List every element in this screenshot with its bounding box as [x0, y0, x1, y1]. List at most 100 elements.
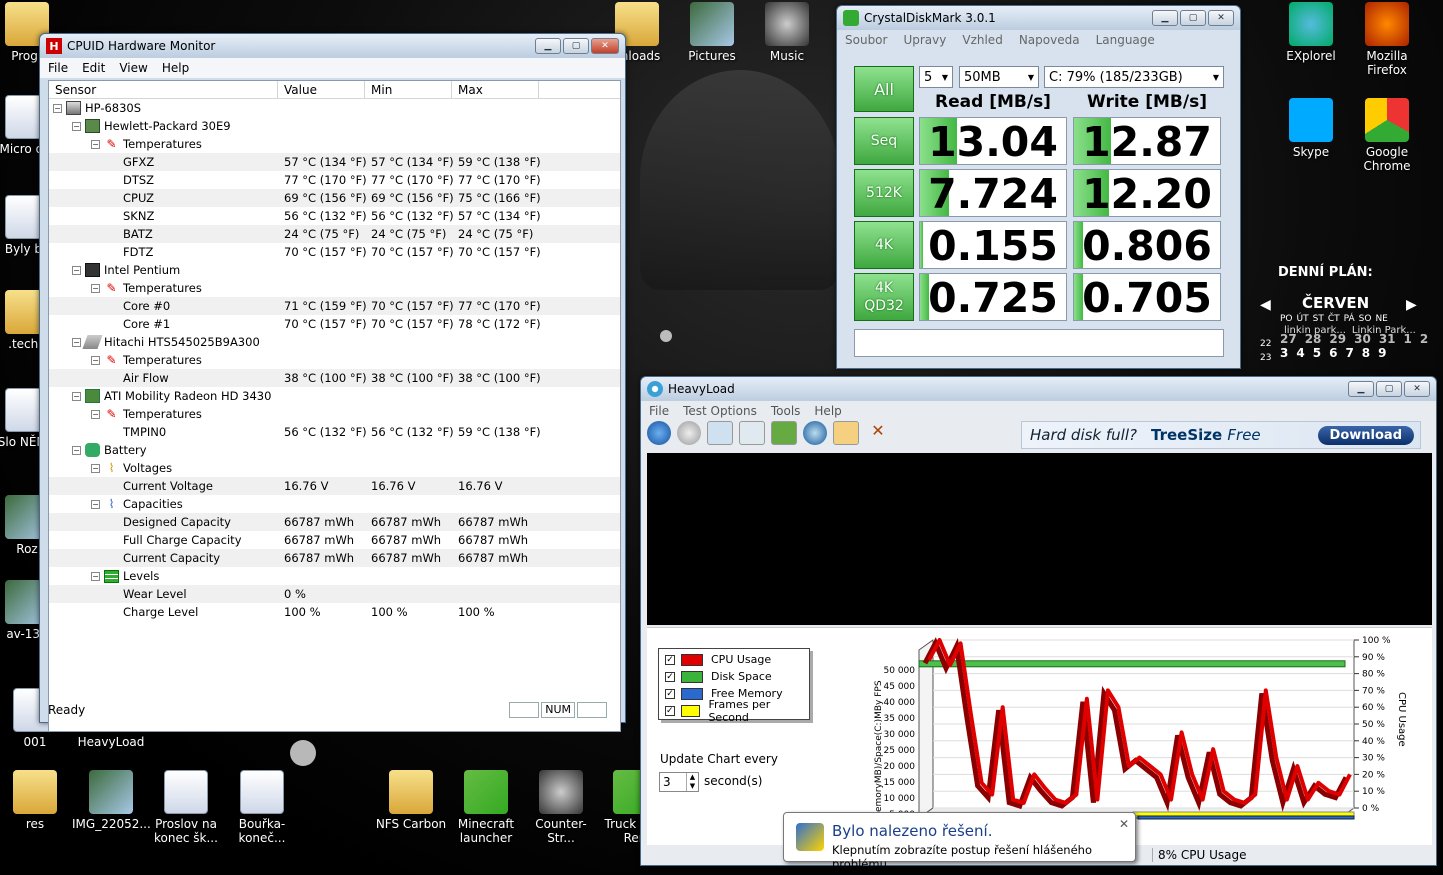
table-row[interactable]: Core #0 71 °C (159 °F) 70 °C (157 °F) 77 °C… — [49, 297, 620, 315]
table-row[interactable]: TMPIN0 56 °C (132 °F) 56 °C (132 °F) 59 °C … — [49, 423, 620, 441]
table-row[interactable]: Charge Level 100 % 100 % 100 % — [49, 603, 620, 621]
collapse-icon[interactable]: − — [91, 355, 100, 365]
collapse-icon[interactable]: − — [91, 409, 100, 419]
col-sensor[interactable]: Sensor — [49, 81, 278, 98]
menu-item[interactable]: Tools — [771, 404, 801, 418]
cpu-load-icon[interactable] — [707, 421, 733, 445]
desktop-icon[interactable]: EXplorel — [1272, 2, 1350, 63]
close-icon[interactable]: ✕ — [1119, 817, 1129, 831]
collapse-icon[interactable]: − — [91, 283, 100, 293]
table-row[interactable]: Core #1 70 °C (157 °F) 70 °C (157 °F) 78 °C… — [49, 315, 620, 333]
table-row[interactable]: − ✎ Temperatures — [49, 405, 620, 423]
collapse-icon[interactable]: − — [91, 139, 100, 149]
menu-item[interactable]: Upravy — [903, 33, 946, 47]
crystaldiskmark-window[interactable]: CrystalDiskMark 3.0.1 ▁ ▢ ✕ Soubor Upravy… — [836, 5, 1241, 369]
menu-item[interactable]: View — [119, 61, 147, 75]
col-min[interactable]: Min — [365, 81, 452, 98]
table-row[interactable]: − Hitachi HTS545025B9A300 — [49, 333, 620, 351]
table-row[interactable]: Wear Level 0 % — [49, 585, 620, 603]
menu-item[interactable]: Test Options — [683, 404, 757, 418]
table-row[interactable]: DTSZ 77 °C (170 °F) 77 °C (170 °F) 77 °C (1… — [49, 171, 620, 189]
start-icon[interactable] — [647, 421, 671, 445]
col-max[interactable]: Max — [452, 81, 539, 98]
desktop-icon[interactable]: Proslov na konec šk... — [147, 770, 225, 845]
table-row[interactable]: Designed Capacity 66787 mWh 66787 mWh 66787… — [49, 513, 620, 531]
collapse-icon[interactable]: − — [91, 499, 100, 509]
test-button-3[interactable]: 4K QD32 — [854, 273, 914, 321]
gpu-load-icon[interactable] — [803, 421, 827, 445]
collapse-icon[interactable]: − — [91, 463, 100, 473]
minimize-button[interactable]: ▁ — [1348, 381, 1374, 397]
close-button[interactable]: ✕ — [591, 38, 619, 54]
test-button-1[interactable]: 512K — [854, 169, 914, 217]
checkbox[interactable]: ✓ — [665, 688, 675, 699]
test-button-2[interactable]: 4K — [854, 221, 914, 269]
chart-icon[interactable] — [833, 421, 859, 445]
menu-item[interactable]: Language — [1096, 33, 1155, 47]
legend-item[interactable]: ✓ CPU Usage — [665, 651, 803, 668]
desktop-icon[interactable]: NFS Carbon — [372, 770, 450, 831]
drive-select[interactable]: C: 79% (185/233GB) ▼ — [1044, 66, 1224, 88]
table-row[interactable]: − Intel Pentium — [49, 261, 620, 279]
table-row[interactable]: − Levels — [49, 567, 620, 585]
minimize-button[interactable]: ▁ — [1152, 10, 1178, 26]
tools-icon[interactable]: ✕ — [865, 421, 891, 445]
stop-icon[interactable] — [677, 421, 701, 445]
table-row[interactable]: BATZ 24 °C (75 °F) 24 °C (75 °F) 24 °C (75 … — [49, 225, 620, 243]
update-interval-spinner[interactable]: 3 ▲ ▼ — [659, 772, 699, 792]
menu-item[interactable]: Help — [814, 404, 841, 418]
cdm-titlebar[interactable]: CrystalDiskMark 3.0.1 ▁ ▢ ✕ — [837, 6, 1240, 30]
comment-field[interactable] — [854, 329, 1224, 357]
table-row[interactable]: FDTZ 70 °C (157 °F) 70 °C (157 °F) 70 °C (1… — [49, 243, 620, 261]
disk-load-icon[interactable] — [739, 421, 765, 445]
download-button[interactable]: Download — [1317, 425, 1414, 445]
hardware-monitor-window[interactable]: H CPUID Hardware Monitor ▁ ▢ ✕ File Edit V… — [39, 33, 626, 732]
planner-prev-icon[interactable]: ◀ — [1260, 297, 1271, 313]
treesize-banner[interactable]: Hard disk full? TreeSize Free Download — [1021, 421, 1421, 449]
menu-item[interactable]: Help — [162, 61, 189, 75]
minimize-button[interactable]: ▁ — [535, 38, 561, 54]
menu-item[interactable]: Soubor — [845, 33, 887, 47]
checkbox[interactable]: ✓ — [665, 671, 675, 682]
table-row[interactable]: − ✎ Temperatures — [49, 351, 620, 369]
runs-select[interactable]: 5 ▼ — [919, 66, 953, 88]
desktop-icon[interactable]: Counter-Str... — [522, 770, 600, 845]
table-row[interactable]: Current Capacity 66787 mWh 66787 mWh 66787 … — [49, 549, 620, 567]
maximize-button[interactable]: ▢ — [1180, 10, 1206, 26]
hwm-titlebar[interactable]: H CPUID Hardware Monitor ▁ ▢ ✕ — [40, 34, 625, 58]
desktop-icon[interactable]: Bouřka-koneč... — [223, 770, 301, 845]
desktop-icon[interactable]: IMG_22052... — [72, 770, 151, 831]
table-row[interactable]: − ATI Mobility Radeon HD 3430 — [49, 387, 620, 405]
collapse-icon[interactable]: − — [72, 121, 81, 131]
notification-balloon[interactable]: Bylo nalezeno řešení. Klepnutím zobrazít… — [783, 812, 1136, 871]
desktop-icon[interactable]: Mozilla Firefox — [1348, 2, 1426, 77]
table-row[interactable]: SKNZ 56 °C (132 °F) 56 °C (132 °F) 57 °C (1… — [49, 207, 620, 225]
sensor-tree[interactable]: Sensor Value Min Max − HP-6830S − Hewlett-P… — [48, 80, 621, 732]
table-row[interactable]: CPUZ 69 °C (156 °F) 69 °C (156 °F) 75 °C (1… — [49, 189, 620, 207]
menu-item[interactable]: File — [649, 404, 669, 418]
table-row[interactable]: − ✎ Temperatures — [49, 279, 620, 297]
collapse-icon[interactable]: − — [72, 445, 81, 455]
desktop-icon[interactable]: Skype — [1272, 98, 1350, 159]
table-row[interactable]: − Battery — [49, 441, 620, 459]
close-button[interactable]: ✕ — [1404, 381, 1430, 397]
memory-load-icon[interactable] — [771, 421, 797, 445]
test-button-0[interactable]: Seq — [854, 117, 914, 165]
table-row[interactable]: − ⌇ Voltages — [49, 459, 620, 477]
collapse-icon[interactable]: − — [91, 571, 100, 581]
menu-item[interactable]: Napoveda — [1019, 33, 1080, 47]
desktop-icon[interactable]: Minecraft launcher — [447, 770, 525, 845]
collapse-icon[interactable]: − — [72, 337, 81, 347]
collapse-icon[interactable]: − — [72, 391, 81, 401]
hl-titlebar[interactable]: HeavyLoad ▁ ▢ ✕ — [641, 377, 1436, 401]
menu-item[interactable]: Vzhled — [962, 33, 1002, 47]
desktop-icon[interactable]: Pictures — [673, 2, 751, 63]
desktop-icon[interactable]: Google Chrome — [1348, 98, 1426, 173]
checkbox[interactable]: ✓ — [665, 705, 675, 716]
table-row[interactable]: − ⌇ Capacities — [49, 495, 620, 513]
size-select[interactable]: 50MB ▼ — [959, 66, 1039, 88]
desktop-icon[interactable]: Music — [748, 2, 826, 63]
spinner-arrows-icon[interactable]: ▲ ▼ — [686, 773, 698, 791]
collapse-icon[interactable]: − — [53, 103, 62, 113]
table-row[interactable]: − ✎ Temperatures — [49, 135, 620, 153]
